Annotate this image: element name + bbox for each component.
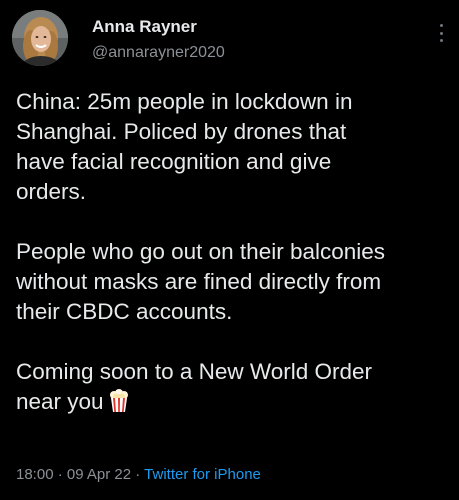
avatar[interactable]	[12, 10, 68, 66]
tweet-meta: 18:00 · 09 Apr 22 · Twitter for iPhone	[16, 465, 261, 485]
author-display-name[interactable]: Anna Rayner	[92, 17, 225, 37]
tweet-paragraph: China: 25m people in lockdown in Shangha…	[16, 89, 353, 204]
tweet-paragraph-text: Coming soon to a New World Order near yo…	[16, 359, 372, 414]
tweet-paragraph-last: Coming soon to a New World Order near yo…	[16, 357, 452, 421]
tweet-card: Anna Rayner @annarayner2020 China: 25m p…	[0, 0, 459, 500]
tweet-time[interactable]: 18:00	[16, 466, 54, 483]
tweet-source-link[interactable]: Twitter for iPhone	[144, 466, 261, 483]
more-vertical-icon[interactable]	[439, 24, 443, 42]
meta-separator: ·	[53, 466, 67, 483]
tweet-date[interactable]: 09 Apr 22	[67, 466, 131, 483]
popcorn-icon	[108, 389, 130, 421]
tweet-paragraph: People who go out on their balconies wit…	[16, 239, 386, 324]
tweet-text: China: 25m people in lockdown in Shangha…	[16, 87, 452, 421]
meta-separator: ·	[131, 466, 145, 483]
author-handle[interactable]: @annarayner2020	[92, 43, 225, 63]
author-block: Anna Rayner @annarayner2020	[92, 17, 225, 63]
